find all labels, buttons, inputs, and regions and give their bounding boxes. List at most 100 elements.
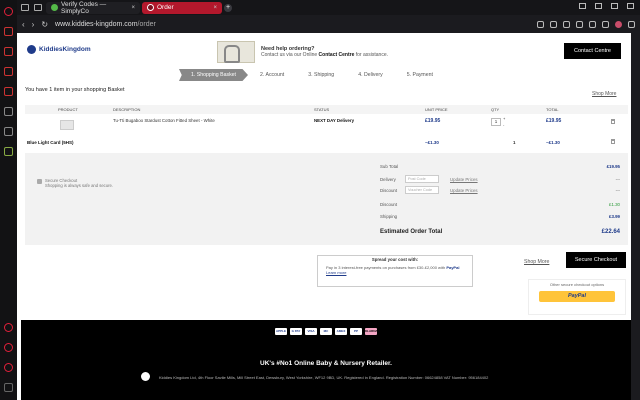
forward-button[interactable]: › bbox=[32, 20, 35, 29]
url-field[interactable]: www.kiddies-kingdom.com/order bbox=[55, 21, 156, 28]
shipping-value: £3.99 bbox=[609, 214, 620, 219]
tab-close-icon[interactable]: × bbox=[213, 5, 217, 11]
new-tab-button[interactable]: + bbox=[224, 3, 232, 12]
col-status: STATUS bbox=[314, 107, 330, 112]
discount-value: £1.30 bbox=[609, 202, 620, 207]
card-unit-price: −£1.30 bbox=[425, 140, 439, 145]
sidebar-app-icon[interactable] bbox=[4, 107, 13, 116]
contact-centre-button[interactable]: Contact Centre bbox=[564, 43, 621, 59]
total-row: Estimated Order Total £22.64 bbox=[380, 229, 620, 235]
shipping-label: Shipping bbox=[380, 214, 398, 219]
download-icon[interactable] bbox=[602, 20, 609, 28]
delivery-value: --- bbox=[615, 177, 620, 182]
help-text: Contact us via our Online Contact Centre… bbox=[261, 52, 388, 58]
sidebar-history-icon[interactable] bbox=[4, 323, 13, 332]
sidebar-shop-icon[interactable] bbox=[4, 27, 13, 36]
browser-window: Verify Codes — SimplyCo × Order × + ‹ › … bbox=[0, 0, 640, 400]
back-button[interactable]: ‹ bbox=[22, 20, 25, 29]
card-label: Blue Light Card (5HS) bbox=[27, 140, 74, 145]
product-description[interactable]: Tu-Tti Bugaboo Stardust Cotton Fitted Sh… bbox=[113, 118, 215, 123]
shop-more-link[interactable]: Shop More bbox=[592, 91, 616, 97]
col-total: TOTAL bbox=[546, 107, 559, 112]
bookmark-icon[interactable] bbox=[576, 20, 583, 28]
voucher-input[interactable]: Voucher Code bbox=[405, 186, 439, 194]
logo-icon bbox=[27, 45, 36, 54]
mastercard-icon: MC bbox=[320, 328, 332, 335]
shop-more-bottom-link[interactable]: Shop More bbox=[524, 259, 549, 265]
paypal-brand: PayPal bbox=[446, 265, 460, 270]
tab-label: Order bbox=[157, 4, 174, 11]
learn-more-link[interactable]: Learn more bbox=[326, 270, 346, 275]
postcode-input[interactable]: Post Code bbox=[405, 175, 439, 183]
subtotal-row: Sub Total £19.95 bbox=[380, 164, 620, 169]
discount-row: Discount £1.30 bbox=[380, 202, 620, 207]
voucher-row: Discount Voucher Code Update Prices --- bbox=[380, 186, 620, 194]
tab-bar: Verify Codes — SimplyCo × Order × + bbox=[17, 0, 640, 15]
remove-card-icon[interactable] bbox=[611, 139, 615, 144]
menu-icon[interactable] bbox=[628, 20, 635, 28]
sidebar-mail-icon[interactable] bbox=[4, 47, 13, 56]
camera-icon[interactable] bbox=[537, 20, 544, 28]
product-image[interactable] bbox=[60, 120, 74, 130]
search-tabs-icon[interactable] bbox=[579, 3, 586, 9]
sidebar-settings-icon[interactable] bbox=[4, 363, 13, 372]
update-prices-link[interactable]: Update Prices bbox=[450, 177, 478, 182]
sidebar-music-icon[interactable] bbox=[4, 127, 13, 136]
maximize-icon[interactable] bbox=[611, 3, 618, 9]
tab-close-icon[interactable]: × bbox=[131, 5, 135, 11]
qty-input[interactable]: 1 bbox=[491, 118, 501, 126]
wallet-icon[interactable] bbox=[589, 20, 596, 28]
checkout-steps: 1. Shopping Basket 2. Account 3. Shippin… bbox=[179, 69, 479, 81]
help-box: Need help ordering? Contact us via our O… bbox=[217, 41, 388, 63]
adblock-icon[interactable] bbox=[563, 20, 570, 28]
paypal-pay-in-3-box: Spread your cost with: Pay in 3 interest… bbox=[317, 255, 473, 287]
amex-icon: AMEX bbox=[335, 328, 347, 335]
help-suffix: for assistance. bbox=[355, 52, 389, 58]
voucher-value: --- bbox=[615, 188, 620, 193]
close-window-icon[interactable] bbox=[627, 3, 634, 9]
url-domain: www.kiddies-kingdom.com bbox=[55, 20, 138, 28]
help-contact-link[interactable]: Contact Centre bbox=[319, 52, 355, 58]
col-unit-price: UNIT PRICE bbox=[425, 107, 448, 112]
opera-icon[interactable] bbox=[4, 7, 13, 16]
other-checkout-options: Other secure checkout options PayPal bbox=[528, 279, 626, 315]
col-product: PRODUCT bbox=[58, 107, 78, 112]
unit-price: £19.95 bbox=[425, 118, 441, 124]
sidebar-messenger-icon[interactable] bbox=[4, 67, 13, 76]
minimize-icon[interactable] bbox=[595, 3, 602, 9]
spread-body: Pay in 3 interest-free payments on purch… bbox=[318, 262, 472, 278]
page-scrollbar[interactable] bbox=[631, 33, 640, 400]
reload-button[interactable]: ↻ bbox=[41, 20, 48, 29]
subtotal-label: Sub Total bbox=[380, 164, 399, 169]
tab-overview-icon[interactable] bbox=[21, 4, 29, 11]
secure-subtitle: Shopping is always safe and secure. bbox=[45, 183, 113, 188]
update-prices-link[interactable]: Update Prices bbox=[450, 188, 478, 193]
basket-heading: You have 1 item in your shopping Basket bbox=[25, 87, 125, 93]
paypal-button[interactable]: PayPal bbox=[539, 291, 615, 302]
extension-icon[interactable] bbox=[550, 20, 557, 28]
col-qty: QTY bbox=[491, 107, 500, 112]
total-value: £22.64 bbox=[601, 229, 620, 235]
qty-increase-button[interactable]: + bbox=[503, 116, 505, 121]
delivery-label: Delivery bbox=[380, 177, 396, 182]
voucher-label: Discount bbox=[380, 188, 398, 193]
other-options-label: Other secure checkout options bbox=[549, 282, 605, 287]
url-path: /order bbox=[137, 20, 156, 28]
site-logo[interactable]: KiddiesKingdom bbox=[27, 45, 91, 54]
secure-checkout-button[interactable]: Secure Checkout bbox=[566, 252, 626, 268]
tab-verify-codes[interactable]: Verify Codes — SimplyCo × bbox=[46, 1, 140, 15]
footer-logo-icon bbox=[141, 372, 150, 381]
delivery-status: NEXT DAY Delivery bbox=[314, 118, 355, 123]
payment-methods: APPLE G PAY VISA MC AMEX PP KLARNA bbox=[275, 328, 378, 335]
sidebar-twitch-icon[interactable] bbox=[4, 147, 13, 156]
workspaces-icon[interactable] bbox=[34, 4, 42, 11]
qty-decrease-button[interactable]: - bbox=[503, 122, 504, 127]
profile-avatar[interactable] bbox=[615, 20, 622, 28]
card-total: −£1.30 bbox=[546, 140, 560, 145]
sidebar-more-icon[interactable] bbox=[4, 383, 13, 392]
sidebar-clock-icon[interactable] bbox=[4, 343, 13, 352]
tab-order[interactable]: Order × bbox=[142, 1, 222, 14]
remove-item-icon[interactable] bbox=[611, 119, 615, 124]
sidebar-social-icon[interactable] bbox=[4, 87, 13, 96]
total-label: Estimated Order Total bbox=[380, 229, 443, 235]
